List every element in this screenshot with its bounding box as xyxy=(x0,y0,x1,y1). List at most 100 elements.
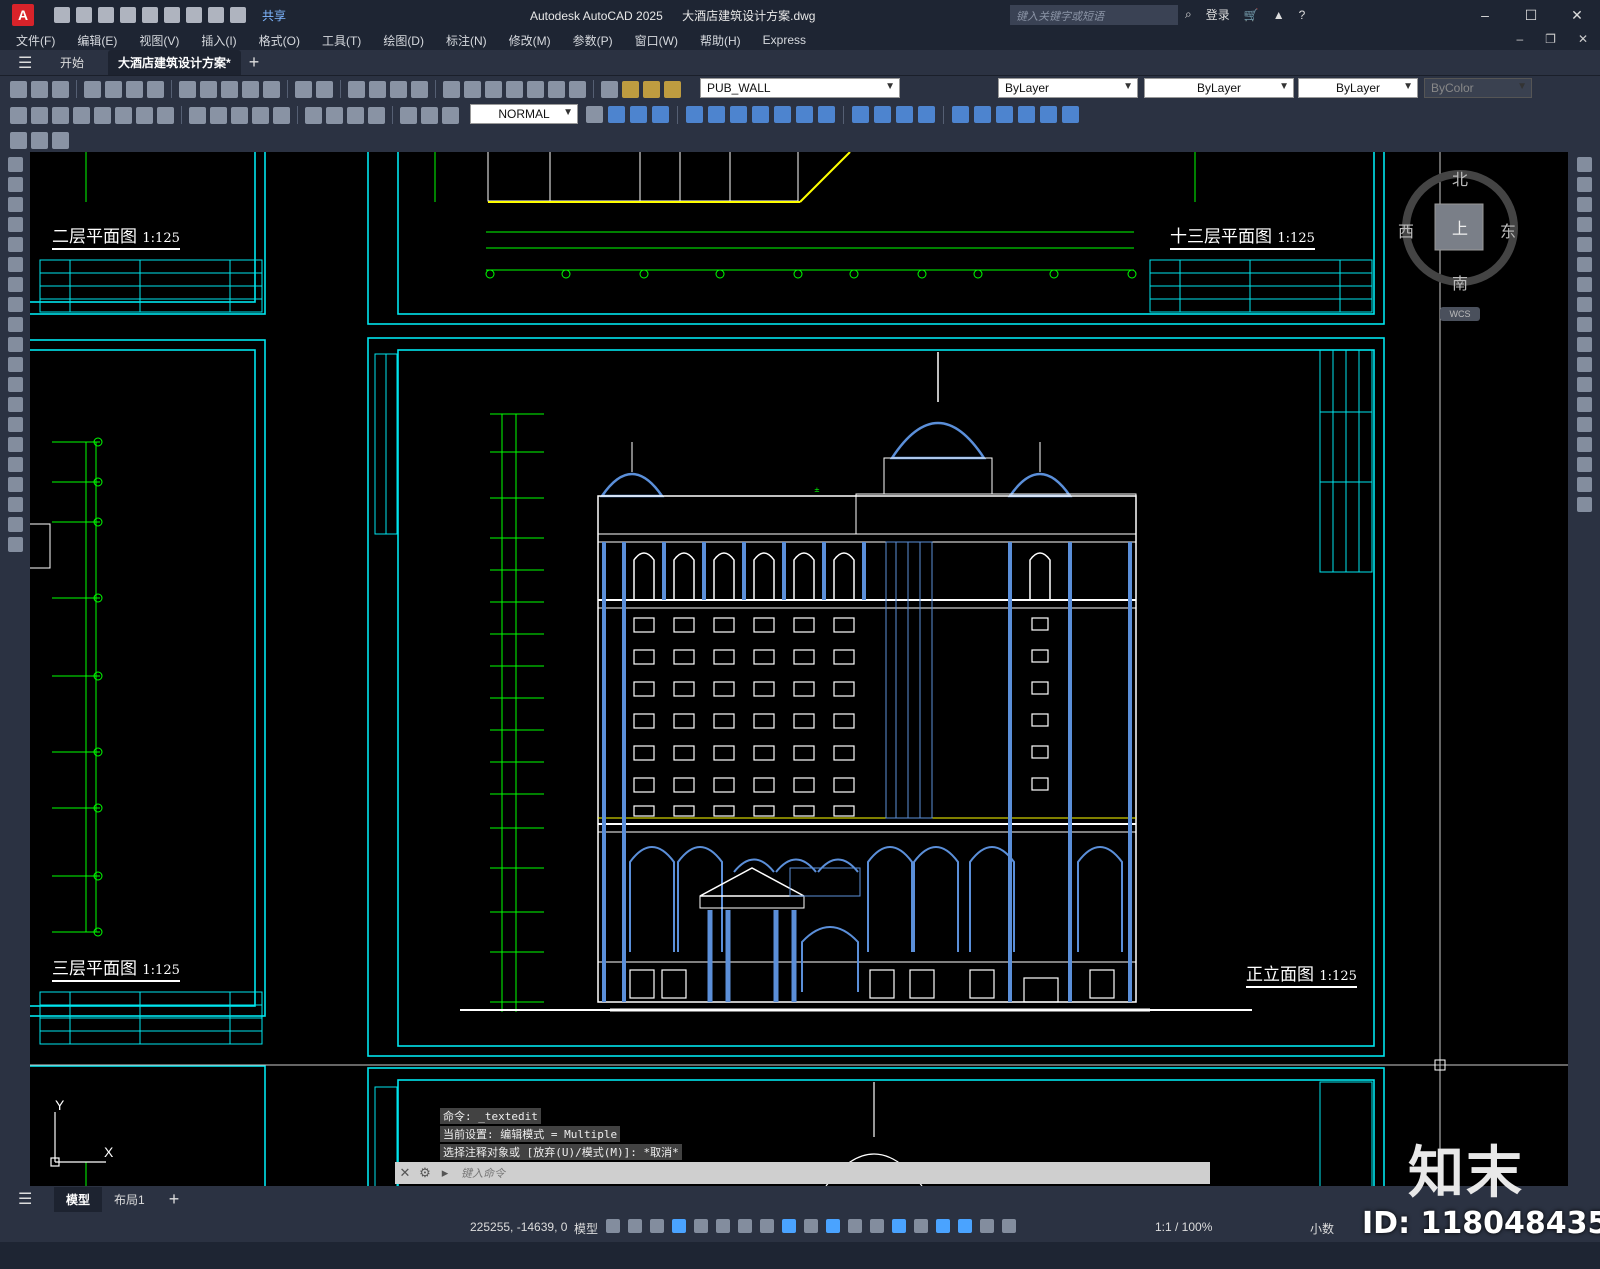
dynamic-ucs-icon[interactable] xyxy=(892,1219,906,1233)
hatch-icon[interactable] xyxy=(7,437,23,452)
grid-icon[interactable] xyxy=(606,1219,620,1233)
save-icon[interactable] xyxy=(52,80,69,98)
spline-icon[interactable] xyxy=(7,317,23,332)
drawing-canvas[interactable]: ± 二层平面图 1:125 三层平面图 1:125 十三层平面图 1:125 正… xyxy=(30,152,1568,1186)
line-icon[interactable] xyxy=(7,157,23,172)
redo-icon[interactable] xyxy=(230,7,246,23)
mirror-icon[interactable] xyxy=(1576,197,1592,212)
wcs-menu[interactable]: WCS xyxy=(1440,307,1480,321)
draworder-icon[interactable] xyxy=(974,106,991,123)
isodraft-icon[interactable] xyxy=(738,1219,752,1233)
construction-line-icon[interactable] xyxy=(7,177,23,192)
menu-draw[interactable]: 绘图(D) xyxy=(383,32,424,49)
chamfer-icon[interactable] xyxy=(896,106,913,123)
menu-insert[interactable]: 插入(I) xyxy=(201,32,236,49)
ellipse-icon[interactable] xyxy=(7,337,23,352)
cut-icon[interactable] xyxy=(179,80,196,98)
linear-dim-icon[interactable] xyxy=(10,106,27,124)
layer-dropdown[interactable]: PUB_WALL ▼ xyxy=(700,78,900,98)
3d-osnap-icon[interactable] xyxy=(870,1219,884,1233)
region-icon[interactable] xyxy=(7,477,23,492)
plot-icon[interactable] xyxy=(186,7,202,23)
chamfer-icon[interactable] xyxy=(1576,437,1592,452)
menu-file[interactable]: 文件(F) xyxy=(16,32,55,49)
pdf-icon[interactable] xyxy=(147,80,164,98)
layer-freeze-icon[interactable] xyxy=(643,80,660,98)
viewcube-south[interactable]: 南 xyxy=(1452,270,1468,294)
copy-icon[interactable] xyxy=(1576,177,1592,192)
selection-filter-icon[interactable] xyxy=(914,1219,928,1233)
erase-icon[interactable] xyxy=(1576,157,1592,172)
menu-modify[interactable]: 修改(M) xyxy=(509,32,551,49)
autodesk-icon[interactable]: ▲ xyxy=(1273,8,1285,22)
command-input[interactable]: 键入命令 xyxy=(461,1165,505,1181)
fillet-icon[interactable] xyxy=(1576,457,1592,472)
rectangle-icon[interactable] xyxy=(7,237,23,252)
object-snap-tracking-icon[interactable] xyxy=(760,1219,774,1233)
save-web-icon[interactable] xyxy=(164,7,180,23)
ellipse-arc-icon[interactable] xyxy=(7,357,23,372)
open-icon[interactable] xyxy=(76,7,92,23)
tolerance-icon[interactable] xyxy=(305,106,322,124)
new-tab-icon[interactable]: + xyxy=(249,52,260,73)
tab-layout1[interactable]: 布局1 xyxy=(102,1187,157,1212)
search-icon[interactable]: ⌕ xyxy=(1185,7,1192,22)
open-web-icon[interactable] xyxy=(142,7,158,23)
add-layout-icon[interactable]: + xyxy=(157,1185,192,1214)
gizmo-icon[interactable] xyxy=(936,1219,950,1233)
join-icon[interactable] xyxy=(1576,417,1592,432)
break-icon[interactable] xyxy=(852,106,869,123)
layer-on-icon[interactable] xyxy=(622,80,639,98)
extend-icon[interactable] xyxy=(1576,357,1592,372)
dim-text-edit-icon[interactable] xyxy=(421,106,438,124)
erase-icon[interactable] xyxy=(1062,106,1079,123)
tool-palettes-icon[interactable] xyxy=(485,80,502,98)
sheet-set-icon[interactable] xyxy=(506,80,523,98)
offset-icon[interactable] xyxy=(1576,217,1592,232)
hamburger-menu-icon[interactable]: ☰ xyxy=(18,53,36,73)
offset-icon[interactable] xyxy=(652,106,669,123)
polyline-icon[interactable] xyxy=(7,197,23,212)
join-icon[interactable] xyxy=(874,106,891,123)
mirror-icon[interactable] xyxy=(630,106,647,123)
scale-icon[interactable] xyxy=(752,106,769,123)
arc-icon[interactable] xyxy=(7,257,23,272)
new-icon[interactable] xyxy=(54,7,70,23)
viewcube-top[interactable]: 上 xyxy=(1452,215,1468,239)
layer-properties-icon[interactable] xyxy=(601,80,618,98)
save-as-icon[interactable] xyxy=(120,7,136,23)
trim-icon[interactable] xyxy=(796,106,813,123)
inspection-icon[interactable] xyxy=(347,106,364,124)
extend-icon[interactable] xyxy=(818,106,835,123)
auto-scale-icon[interactable] xyxy=(980,1219,994,1233)
bring-front-icon[interactable] xyxy=(996,106,1013,123)
help-icon[interactable] xyxy=(569,80,586,98)
units-value[interactable]: 小数 xyxy=(1310,1220,1334,1237)
revcloud-icon[interactable] xyxy=(7,297,23,312)
block-icon[interactable] xyxy=(7,397,23,412)
command-prompt-icon[interactable]: ▸ xyxy=(435,1165,455,1181)
paste-icon[interactable] xyxy=(221,80,238,98)
dim-edit-icon[interactable] xyxy=(400,106,417,124)
layout-menu-icon[interactable]: ☰ xyxy=(18,1189,36,1209)
trim-icon[interactable] xyxy=(1576,337,1592,352)
ortho-icon[interactable] xyxy=(694,1219,708,1233)
radius-icon[interactable] xyxy=(94,106,111,124)
viewcube-east[interactable]: 东 xyxy=(1500,218,1516,242)
circle-icon[interactable] xyxy=(7,277,23,292)
dim-style-icon[interactable] xyxy=(586,106,603,123)
explode-icon[interactable] xyxy=(1576,497,1592,512)
copy-icon[interactable] xyxy=(200,80,217,98)
save-icon[interactable] xyxy=(98,7,114,23)
maximize-icon[interactable]: ☐ xyxy=(1508,0,1554,30)
publish-icon[interactable] xyxy=(126,80,143,98)
cart-icon[interactable]: 🛒 xyxy=(1244,8,1259,22)
dim-space-icon[interactable] xyxy=(252,106,269,124)
stretch-icon[interactable] xyxy=(774,106,791,123)
break-icon[interactable] xyxy=(1576,397,1592,412)
command-line[interactable]: ✕ ⚙ ▸ 键入命令 xyxy=(395,1162,1210,1184)
coordinate-readout[interactable]: 225255, -14639, 0 xyxy=(470,1220,567,1234)
continue-icon[interactable] xyxy=(231,106,248,124)
selection-cycling-icon[interactable] xyxy=(848,1219,862,1233)
move-icon[interactable] xyxy=(1576,257,1592,272)
